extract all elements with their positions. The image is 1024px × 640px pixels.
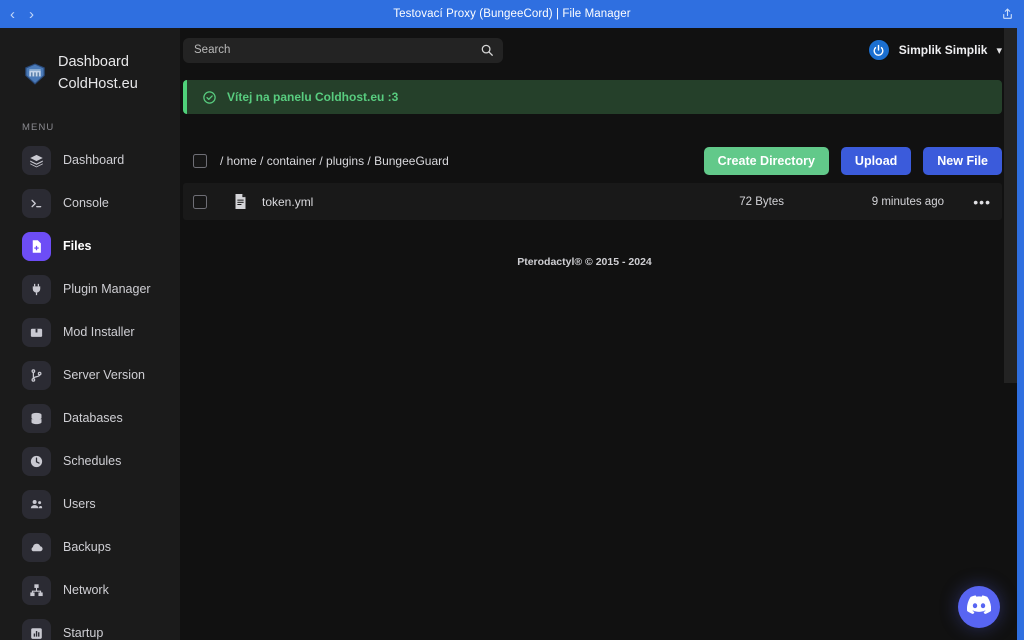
sidebar-item-label: Network bbox=[63, 583, 109, 597]
sidebar-item-server-version[interactable]: Server Version bbox=[0, 354, 180, 397]
topbar: Simplik Simplik ▾ bbox=[180, 28, 1024, 72]
file-action-buttons: Create Directory Upload New File bbox=[703, 146, 1002, 175]
create-directory-button[interactable]: Create Directory bbox=[703, 146, 829, 175]
select-all-checkbox[interactable] bbox=[193, 153, 207, 168]
row-checkbox[interactable] bbox=[193, 194, 207, 209]
back-icon[interactable]: ‹ bbox=[10, 7, 15, 22]
cloud-icon bbox=[22, 532, 51, 562]
terminal-icon bbox=[22, 188, 51, 218]
chart-icon bbox=[22, 618, 51, 640]
brand[interactable]: Dashboard ColdHost.eu bbox=[0, 46, 180, 96]
alert-banner: Vítej na panelu Coldhost.eu :3 bbox=[183, 80, 1002, 114]
alert-message: Vítej na panelu Coldhost.eu :3 bbox=[227, 90, 399, 104]
power-avatar-icon bbox=[867, 39, 890, 61]
window-right-edge bbox=[1017, 28, 1024, 640]
sidebar-item-label: Schedules bbox=[63, 454, 122, 468]
brand-title: Dashboard ColdHost.eu bbox=[58, 52, 138, 96]
discord-icon bbox=[966, 595, 992, 619]
sidebar-item-plugin-manager[interactable]: Plugin Manager bbox=[0, 268, 180, 311]
upload-button[interactable]: Upload bbox=[840, 146, 912, 175]
sidebar-item-dashboard[interactable]: Dashboard bbox=[0, 139, 180, 182]
table-row[interactable]: token.yml 72 Bytes 9 minutes ago ••• bbox=[183, 183, 1002, 220]
window-scroll-gutter[interactable] bbox=[1004, 28, 1017, 383]
window-title: Testovací Proxy (BungeeCord) | File Mana… bbox=[393, 8, 631, 20]
branch-icon bbox=[22, 360, 51, 390]
plug-icon bbox=[22, 274, 51, 304]
app-window: ‹ › Testovací Proxy (BungeeCord) | File … bbox=[0, 0, 1024, 640]
content-area: Vítej na panelu Coldhost.eu :3 / home / … bbox=[180, 80, 1024, 268]
clock-icon bbox=[22, 446, 51, 476]
sidebar-item-databases[interactable]: Databases bbox=[0, 397, 180, 440]
sidebar-item-console[interactable]: Console bbox=[0, 182, 180, 225]
network-icon bbox=[22, 575, 51, 605]
file-size: 72 Bytes bbox=[739, 195, 784, 208]
footer-text: Pterodactyl® © 2015 - 2024 bbox=[517, 256, 652, 268]
box-icon bbox=[22, 317, 51, 347]
main-content: Simplik Simplik ▾ Vítej na panelu Coldho… bbox=[180, 28, 1024, 640]
document-icon bbox=[233, 193, 248, 210]
check-circle-icon bbox=[202, 90, 217, 105]
chevron-down-icon[interactable]: ▾ bbox=[996, 44, 1002, 57]
new-file-button[interactable]: New File bbox=[923, 146, 1002, 175]
coldhost-logo-icon bbox=[22, 61, 48, 87]
sidebar-item-network[interactable]: Network bbox=[0, 569, 180, 612]
brand-line-1: Dashboard bbox=[58, 54, 129, 70]
window-titlebar: ‹ › Testovací Proxy (BungeeCord) | File … bbox=[0, 0, 1024, 28]
sidebar-item-files[interactable]: Files bbox=[0, 225, 180, 268]
page-body: Dashboard ColdHost.eu MENU Dashboard Con… bbox=[0, 28, 1024, 640]
sidebar-item-label: Files bbox=[63, 239, 92, 253]
sidebar-item-label: Server Version bbox=[63, 368, 145, 382]
layers-icon bbox=[22, 145, 51, 175]
file-icon bbox=[22, 231, 51, 261]
file-modified: 9 minutes ago bbox=[871, 195, 944, 208]
sidebar-item-label: Startup bbox=[63, 626, 104, 640]
search-icon[interactable] bbox=[480, 43, 494, 62]
discord-button[interactable] bbox=[958, 586, 1000, 628]
window-actions bbox=[894, 7, 1014, 21]
sidebar-item-label: Console bbox=[63, 196, 109, 210]
window-nav-buttons: ‹ › bbox=[10, 7, 130, 22]
sidebar-item-startup[interactable]: Startup bbox=[0, 612, 180, 640]
file-toolbar: / home / container / plugins / BungeeGua… bbox=[183, 138, 1002, 183]
search-input[interactable] bbox=[194, 44, 475, 56]
search-box[interactable] bbox=[183, 37, 503, 63]
file-name[interactable]: token.yml bbox=[262, 195, 313, 209]
sidebar-item-label: Plugin Manager bbox=[63, 282, 151, 296]
ellipsis-icon[interactable]: ••• bbox=[944, 194, 1002, 210]
sidebar-item-label: Databases bbox=[63, 411, 123, 425]
sidebar-item-label: Backups bbox=[63, 540, 111, 554]
user-menu[interactable]: Simplik Simplik ▾ bbox=[867, 39, 1002, 61]
brand-line-2: ColdHost.eu bbox=[58, 75, 138, 92]
user-name: Simplik Simplik bbox=[898, 43, 988, 57]
sidebar-item-label: Dashboard bbox=[63, 153, 125, 167]
forward-icon[interactable]: › bbox=[29, 7, 34, 22]
sidebar-item-label: Mod Installer bbox=[63, 325, 135, 339]
sidebar-item-mod-installer[interactable]: Mod Installer bbox=[0, 311, 180, 354]
sidebar-item-users[interactable]: Users bbox=[0, 483, 180, 526]
breadcrumb[interactable]: / home / container / plugins / BungeeGua… bbox=[220, 154, 449, 168]
share-icon[interactable] bbox=[1001, 7, 1014, 21]
sidebar: Dashboard ColdHost.eu MENU Dashboard Con… bbox=[0, 28, 180, 640]
sidebar-item-label: Users bbox=[63, 497, 96, 511]
database-icon bbox=[22, 403, 51, 433]
users-icon bbox=[22, 489, 51, 519]
sidebar-item-schedules[interactable]: Schedules bbox=[0, 440, 180, 483]
menu-section-label: MENU bbox=[22, 121, 55, 133]
sidebar-item-backups[interactable]: Backups bbox=[0, 526, 180, 569]
